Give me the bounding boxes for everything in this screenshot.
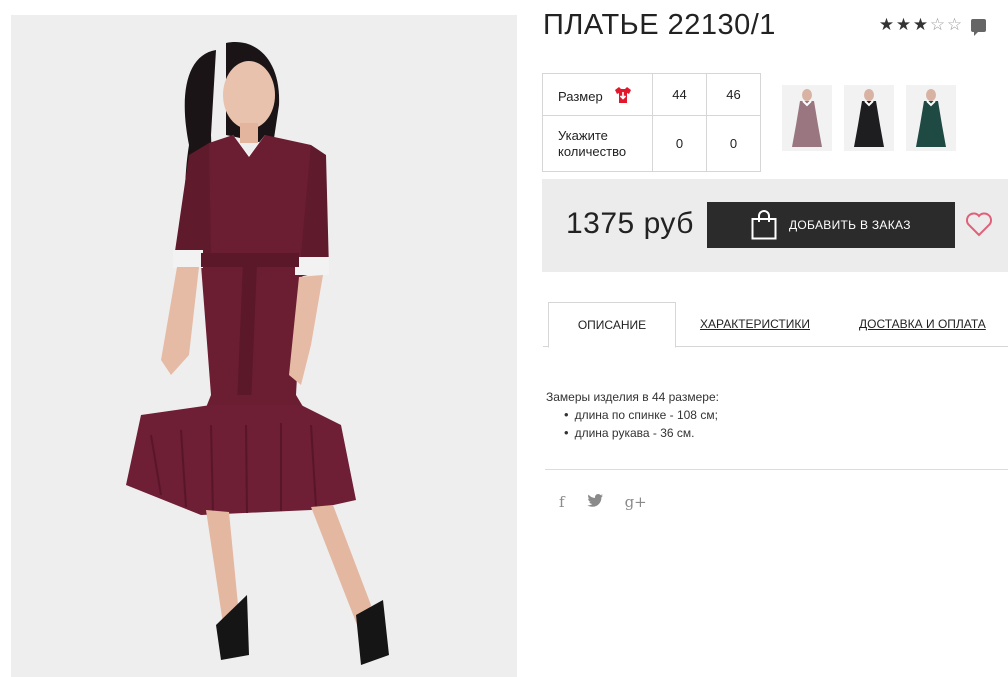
size-chart-icon[interactable] [614, 86, 632, 104]
list-item: длина рукава - 36 см. [564, 424, 719, 442]
facebook-icon[interactable]: f [559, 493, 565, 511]
price: 1375 руб [566, 207, 694, 240]
product-title: ПЛАТЬЕ 22130/1 [543, 9, 776, 41]
description-intro: Замеры изделия в 44 размере: [546, 390, 719, 404]
thumbnail-image [906, 85, 956, 151]
thumbnail-green[interactable] [906, 85, 956, 151]
star-filled-icon[interactable]: ★ [895, 15, 912, 35]
size-option-44[interactable]: 44 [652, 73, 707, 116]
color-thumbnails [782, 85, 968, 151]
size-option-46[interactable]: 46 [706, 73, 761, 116]
tab-characteristics[interactable]: ХАРАКТЕРИСТИКИ [700, 302, 810, 347]
star-filled-icon[interactable]: ★ [878, 15, 895, 35]
add-to-order-button[interactable]: ДОБАВИТЬ В ЗАКАЗ [707, 202, 955, 248]
thumbnail-image [782, 85, 832, 151]
twitter-icon[interactable] [586, 494, 603, 510]
size-row: Размер 44 46 [542, 73, 761, 116]
quantity-label: Укажите количество [542, 115, 653, 172]
google-plus-icon[interactable]: g+ [625, 493, 647, 511]
size-label-cell: Размер [542, 73, 653, 116]
price-bar: 1375 руб ДОБАВИТЬ В ЗАКАЗ [542, 179, 1008, 272]
star-filled-icon[interactable]: ★ [912, 15, 929, 35]
twitter-bird-icon [586, 494, 603, 507]
quantity-input-44[interactable]: 0 [652, 115, 707, 172]
star-empty-icon[interactable]: ☆ [946, 15, 963, 35]
quantity-row: Укажите количество 0 0 [542, 115, 761, 172]
list-item: длина по спинке - 108 см; [564, 406, 719, 424]
tab-description[interactable]: ОПИСАНИЕ [548, 302, 676, 348]
thumbnail-mauve[interactable] [782, 85, 832, 151]
description-list: длина по спинке - 108 см; длина рукава -… [564, 406, 719, 442]
dress-model-image [11, 15, 517, 677]
size-label: Размер [558, 88, 603, 104]
comment-icon[interactable] [971, 18, 986, 36]
main-product-photo[interactable] [11, 15, 517, 677]
description-panel: Замеры изделия в 44 размере: длина по сп… [546, 389, 719, 442]
rating-stars[interactable]: ★ ★ ★ ☆ ☆ [878, 15, 986, 36]
star-empty-icon[interactable]: ☆ [929, 15, 946, 35]
thumbnail-black[interactable] [844, 85, 894, 151]
heart-icon[interactable] [965, 211, 993, 237]
product-tabs: ОПИСАНИЕ ХАРАКТЕРИСТИКИ ДОСТАВКА И ОПЛАТ… [543, 302, 1008, 348]
divider [545, 469, 1008, 470]
shopping-bag-icon [751, 210, 777, 240]
tab-delivery-payment[interactable]: ДОСТАВКА И ОПЛАТА [859, 302, 986, 347]
quantity-input-46[interactable]: 0 [706, 115, 761, 172]
add-to-order-label: ДОБАВИТЬ В ЗАКАЗ [789, 218, 911, 232]
social-share: f g+ [559, 493, 669, 511]
thumbnail-image [844, 85, 894, 151]
size-table: Размер 44 46 Укажите количество 0 0 [542, 73, 761, 172]
